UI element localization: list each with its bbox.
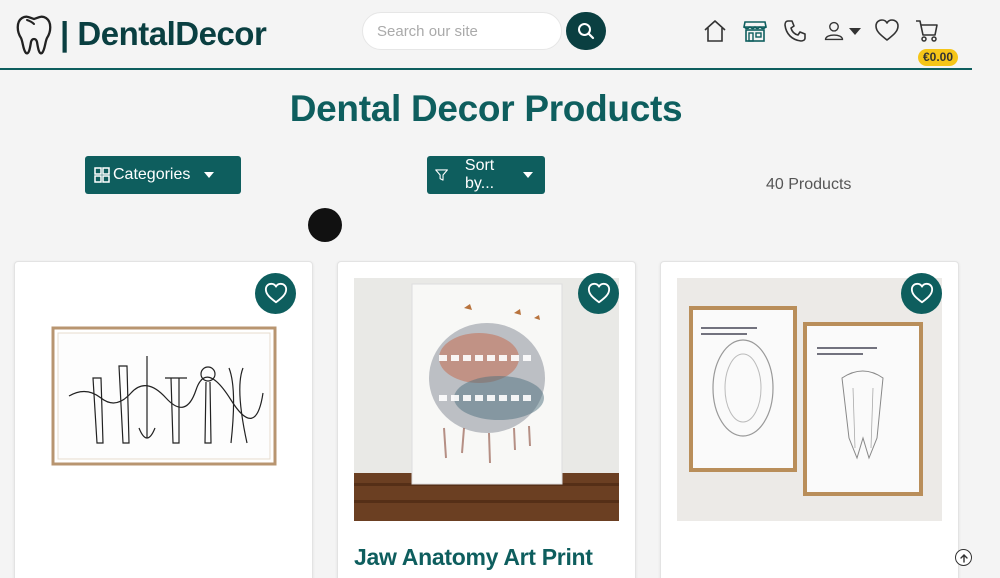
filter-icon [435,169,448,181]
phone-icon [784,20,806,42]
chevron-down-icon [204,172,215,178]
dental-tools-art-image [31,278,296,521]
product-image[interactable] [31,278,296,521]
wishlist-button[interactable] [578,273,619,314]
page-title: Dental Decor Products [289,88,683,129]
account-menu[interactable] [820,16,864,46]
scroll-to-top-button[interactable] [955,549,972,566]
store-icon [743,21,767,42]
header-nav [700,16,952,46]
product-image[interactable] [677,278,942,521]
search-icon [578,23,595,40]
product-image[interactable] [354,278,619,521]
cart-link[interactable] [912,16,942,46]
wishlist-button[interactable] [255,273,296,314]
store-link[interactable] [740,16,770,46]
product-count: 40 Products [766,176,852,193]
home-icon [704,20,726,42]
product-card[interactable]: Jaw Anatomy Art Print [337,261,636,578]
cart-icon [916,20,938,42]
arrow-up-icon [959,553,968,563]
wishlist-button[interactable] [901,273,942,314]
home-link[interactable] [700,16,730,46]
logo[interactable]: | DentalDecor [14,12,267,56]
grid-icon [94,167,110,183]
jaw-anatomy-art-image [354,278,619,521]
user-icon [824,21,844,41]
chevron-down-icon [849,27,861,35]
brand-name: | DentalDecor [60,15,267,52]
heart-icon [587,282,610,303]
phone-link[interactable] [780,16,810,46]
chevron-down-icon [523,172,533,178]
sort-dropdown[interactable]: Sort by... [427,156,545,194]
categories-dropdown[interactable]: Categories [85,156,241,194]
heart-icon [910,282,933,303]
dental-charts-framed-image [677,278,942,521]
search-bar [362,12,606,50]
heart-icon [264,282,287,303]
tooth-logo-icon [16,15,52,55]
search-input[interactable] [362,12,562,50]
cart-total-badge[interactable]: €0.00 [918,49,958,66]
site-header: | DentalDecor [0,0,972,70]
heart-icon [875,19,899,41]
search-button[interactable] [566,12,606,50]
product-card[interactable] [14,261,313,578]
product-card[interactable] [660,261,959,578]
categories-label: Categories [113,166,191,183]
sort-label: Sort by... [464,157,495,192]
cursor-indicator [308,208,342,242]
wishlist-link[interactable] [872,16,902,46]
product-title[interactable]: Jaw Anatomy Art Print [354,544,593,571]
